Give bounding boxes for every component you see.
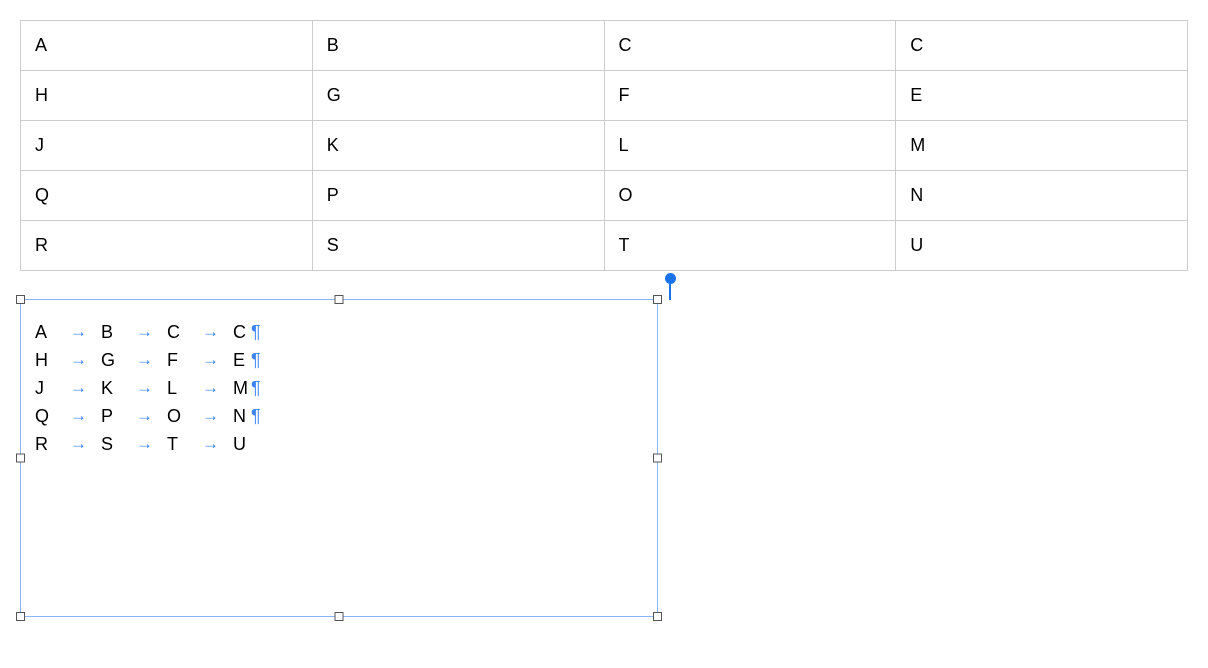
text-char[interactable]: A xyxy=(35,318,55,346)
pilcrow-icon: ¶ xyxy=(251,318,261,346)
pilcrow-icon: ¶ xyxy=(251,402,261,430)
table-cell[interactable]: J xyxy=(21,121,313,171)
table-cell[interactable]: C xyxy=(896,21,1188,71)
text-char[interactable]: P xyxy=(101,402,121,430)
rotation-handle[interactable] xyxy=(664,273,676,300)
table-cell[interactable]: N xyxy=(896,171,1188,221)
resize-handle-top-left[interactable] xyxy=(16,295,25,304)
resize-handle-top-right[interactable] xyxy=(653,295,662,304)
tab-arrow-icon: → xyxy=(55,346,101,374)
text-char[interactable]: N xyxy=(233,402,253,430)
table-row[interactable]: Q P O N xyxy=(21,171,1188,221)
table-row[interactable]: H G F E xyxy=(21,71,1188,121)
text-char[interactable]: H xyxy=(35,346,55,374)
table-cell[interactable]: K xyxy=(312,121,604,171)
text-char[interactable]: S xyxy=(101,430,121,458)
resize-handle-middle-right[interactable] xyxy=(653,454,662,463)
table-cell[interactable]: G xyxy=(312,71,604,121)
tab-arrow-icon: → xyxy=(187,318,233,346)
table-cell[interactable]: S xyxy=(312,221,604,271)
tab-arrow-icon: → xyxy=(187,346,233,374)
text-char[interactable]: M xyxy=(233,374,253,402)
table-cell[interactable]: L xyxy=(604,121,896,171)
table-row[interactable]: A B C C xyxy=(21,21,1188,71)
tab-arrow-icon: → xyxy=(55,430,101,458)
table-cell[interactable]: F xyxy=(604,71,896,121)
text-char[interactable]: R xyxy=(35,430,55,458)
resize-handle-bottom-right[interactable] xyxy=(653,612,662,621)
tab-arrow-icon: → xyxy=(55,374,101,402)
text-line[interactable]: A → B → C → C ¶ xyxy=(35,318,643,346)
table-cell[interactable]: P xyxy=(312,171,604,221)
table-cell[interactable]: Q xyxy=(21,171,313,221)
text-line[interactable]: Q → P → O → N ¶ xyxy=(35,402,643,430)
text-char[interactable]: C xyxy=(233,318,253,346)
tab-arrow-icon: → xyxy=(121,430,167,458)
table-cell[interactable]: O xyxy=(604,171,896,221)
rotation-handle-dot[interactable] xyxy=(665,273,676,284)
resize-handle-bottom-middle[interactable] xyxy=(335,612,344,621)
text-char[interactable]: L xyxy=(167,374,187,402)
table-cell[interactable]: U xyxy=(896,221,1188,271)
tab-arrow-icon: → xyxy=(187,402,233,430)
text-char[interactable]: O xyxy=(167,402,187,430)
table-row[interactable]: J K L M xyxy=(21,121,1188,171)
tab-arrow-icon: → xyxy=(121,374,167,402)
text-char[interactable]: F xyxy=(167,346,187,374)
tab-arrow-icon: → xyxy=(187,430,233,458)
text-char[interactable]: U xyxy=(233,430,253,458)
table-cell[interactable]: T xyxy=(604,221,896,271)
text-line[interactable]: J → K → L → M ¶ xyxy=(35,374,643,402)
text-char[interactable]: C xyxy=(167,318,187,346)
table-cell[interactable]: H xyxy=(21,71,313,121)
pilcrow-icon: ¶ xyxy=(251,374,261,402)
text-char[interactable]: T xyxy=(167,430,187,458)
data-table[interactable]: A B C C H G F E J K L M Q P O N R S T U xyxy=(20,20,1188,271)
table-cell[interactable]: R xyxy=(21,221,313,271)
text-char[interactable]: K xyxy=(101,374,121,402)
text-frame-container: A → B → C → C ¶ H → G → F → E ¶ J → K → … xyxy=(20,299,658,617)
tab-arrow-icon: → xyxy=(121,318,167,346)
tab-arrow-icon: → xyxy=(187,374,233,402)
tab-arrow-icon: → xyxy=(121,346,167,374)
table-cell[interactable]: C xyxy=(604,21,896,71)
table-cell[interactable]: B xyxy=(312,21,604,71)
rotation-handle-stem xyxy=(669,284,671,300)
pilcrow-icon: ¶ xyxy=(251,346,261,374)
text-frame[interactable]: A → B → C → C ¶ H → G → F → E ¶ J → K → … xyxy=(20,299,658,617)
table-row[interactable]: R S T U xyxy=(21,221,1188,271)
table-cell[interactable]: M xyxy=(896,121,1188,171)
resize-handle-top-middle[interactable] xyxy=(335,295,344,304)
text-line[interactable]: R → S → T → U xyxy=(35,430,643,458)
text-char[interactable]: B xyxy=(101,318,121,346)
tab-arrow-icon: → xyxy=(121,402,167,430)
text-char[interactable]: J xyxy=(35,374,55,402)
tab-arrow-icon: → xyxy=(55,318,101,346)
text-char[interactable]: G xyxy=(101,346,121,374)
tab-arrow-icon: → xyxy=(55,402,101,430)
resize-handle-middle-left[interactable] xyxy=(16,454,25,463)
text-char[interactable]: E xyxy=(233,346,253,374)
table-cell[interactable]: A xyxy=(21,21,313,71)
resize-handle-bottom-left[interactable] xyxy=(16,612,25,621)
text-char[interactable]: Q xyxy=(35,402,55,430)
text-line[interactable]: H → G → F → E ¶ xyxy=(35,346,643,374)
table-cell[interactable]: E xyxy=(896,71,1188,121)
